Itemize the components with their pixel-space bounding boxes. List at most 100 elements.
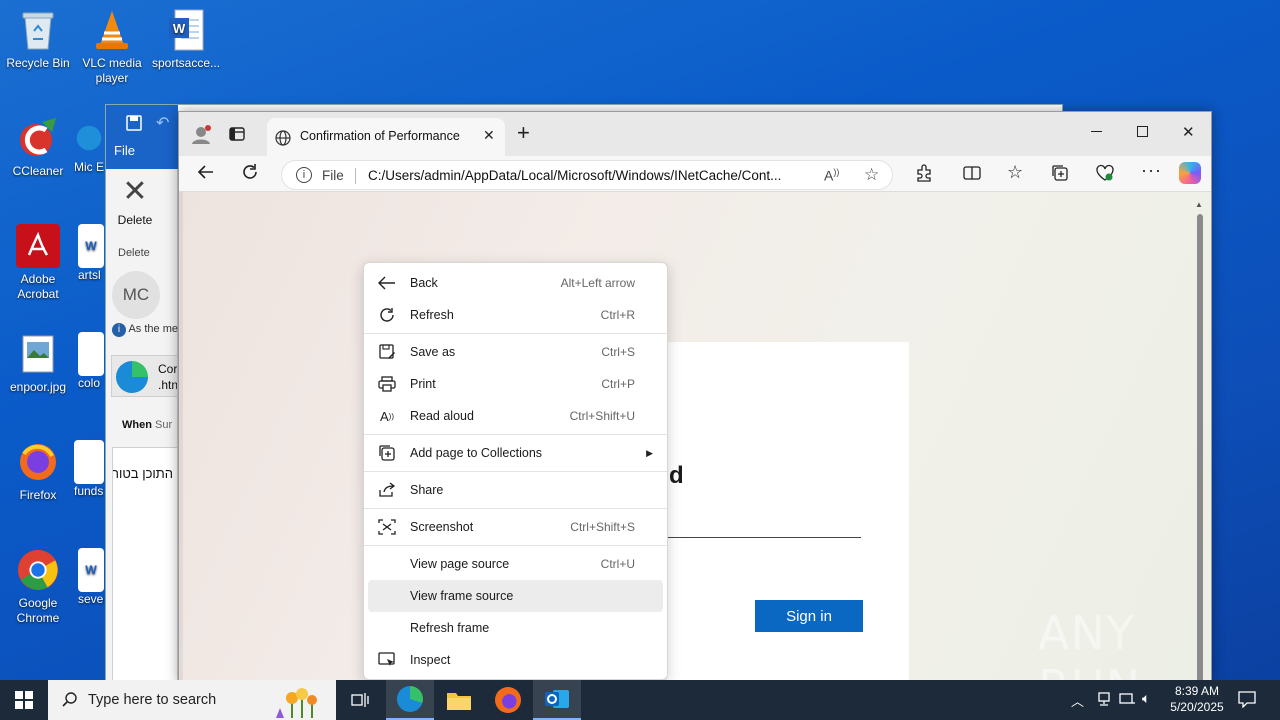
save-as-icon: [376, 342, 398, 362]
menu-item-inspect[interactable]: Inspect: [368, 644, 663, 676]
input-underline[interactable]: [667, 537, 861, 538]
menu-item-view-frame-source[interactable]: View frame source: [368, 580, 663, 612]
menu-item-refresh[interactable]: Refresh Ctrl+R: [368, 299, 663, 331]
menu-shortcut: Ctrl+S: [601, 345, 635, 359]
desktop-icon-label: VLC media player: [82, 56, 142, 85]
scroll-up-arrow[interactable]: ▲: [1195, 200, 1203, 209]
copilot-icon[interactable]: [1179, 162, 1201, 184]
print-icon: [376, 374, 398, 394]
desktop-icon-sever-partial[interactable]: W sever: [78, 548, 104, 607]
menu-item-print[interactable]: Print Ctrl+P: [368, 368, 663, 400]
taskbar-outlook[interactable]: [533, 680, 581, 720]
menu-item-add-to-collections[interactable]: Add page to Collections ▶: [368, 437, 663, 469]
tray-volume-icon[interactable]: 🔈︎: [1142, 690, 1150, 707]
message-body: התוכן בטוח: [112, 447, 178, 683]
new-tab-icon[interactable]: +: [517, 122, 530, 144]
favorite-star-icon[interactable]: ☆: [864, 165, 879, 185]
desktop-icon-chrome[interactable]: Google Chrome: [0, 548, 76, 626]
menu-separator: [364, 545, 667, 546]
desktop-icon-vlc[interactable]: VLC media player: [74, 8, 150, 86]
undo-icon[interactable]: ↶: [156, 113, 169, 133]
collections-icon[interactable]: [1051, 164, 1069, 185]
back-icon[interactable]: [197, 163, 215, 184]
attachment-chip[interactable]: Cor .htn: [111, 355, 178, 397]
menu-label: Add page to Collections: [410, 446, 543, 460]
flowers-illustration-icon: [262, 682, 334, 718]
folder-icon: [447, 693, 471, 710]
menu-item-refresh-frame[interactable]: Refresh frame: [368, 612, 663, 644]
taskbar-firefox[interactable]: [484, 680, 532, 720]
menu-label: View frame source: [410, 589, 514, 603]
desktop-icon-funds-partial[interactable]: funds: [74, 440, 104, 499]
clock-time: 8:39 AM: [1174, 684, 1220, 698]
file-tab[interactable]: File: [114, 143, 170, 169]
notifications-icon[interactable]: [1238, 690, 1256, 711]
split-screen-icon[interactable]: [963, 164, 981, 185]
taskbar-file-explorer[interactable]: [435, 680, 483, 720]
avatar-initials: MC: [122, 285, 150, 304]
address-scheme: File: [322, 168, 344, 183]
taskbar-search[interactable]: Type here to search: [48, 680, 336, 720]
browser-essentials-icon[interactable]: [1095, 164, 1115, 185]
refresh-icon: [376, 305, 398, 325]
desktop-icon-ccleaner[interactable]: CCleaner: [0, 116, 76, 179]
tray-chevron-icon[interactable]: ︿: [1071, 691, 1084, 710]
menu-item-screenshot[interactable]: Screenshot Ctrl+Shift+S: [368, 511, 663, 543]
start-button[interactable]: [0, 680, 48, 720]
globe-icon: [275, 130, 291, 149]
anyrun-watermark: ANY RUN: [1038, 606, 1140, 714]
extensions-icon[interactable]: [915, 164, 933, 185]
taskbar-edge[interactable]: [386, 680, 434, 720]
delete-label: Delete: [117, 213, 153, 227]
sign-in-button[interactable]: Sign in: [755, 600, 863, 632]
info-text: As the me: [128, 323, 178, 335]
maximize-icon[interactable]: [1137, 126, 1148, 137]
image-file-icon: [16, 332, 60, 376]
menu-shortcut: Ctrl+P: [601, 377, 635, 391]
word-document-icon: W: [164, 8, 208, 52]
tab-confirmation[interactable]: Confirmation of Performance ✕: [267, 118, 505, 156]
tray-wired-icon[interactable]: [1118, 691, 1136, 710]
search-icon: [62, 691, 78, 710]
firefox-icon: [16, 440, 60, 484]
attachment-name: Cor: [158, 362, 178, 376]
address-divider: [355, 168, 356, 184]
menu-shortcut: Ctrl+R: [600, 308, 635, 322]
tray-network-icon[interactable]: [1096, 691, 1112, 710]
delete-button[interactable]: ✕ Delete: [110, 177, 160, 228]
read-aloud-icon[interactable]: A)): [824, 167, 839, 184]
save-icon[interactable]: [126, 115, 142, 134]
desktop-icon-edge-partial[interactable]: Mic E: [74, 116, 104, 175]
refresh-icon[interactable]: [241, 163, 259, 184]
info-bar: i As the me: [112, 323, 178, 341]
info-circle-icon: i: [296, 167, 312, 183]
desktop-icon-recycle-bin[interactable]: Recycle Bin: [0, 8, 76, 71]
menu-item-share[interactable]: Share: [368, 474, 663, 506]
tab-actions-icon[interactable]: [229, 126, 245, 145]
desktop-icon-acrobat[interactable]: Adobe Acrobat: [0, 224, 76, 302]
menu-item-back[interactable]: Back Alt+Left arrow: [368, 267, 663, 299]
desktop-icon-enpoor[interactable]: enpoor.jpg: [0, 332, 76, 395]
menu-item-view-page-source[interactable]: View page source Ctrl+U: [368, 548, 663, 580]
menu-item-save-as[interactable]: Save as Ctrl+S: [368, 336, 663, 368]
delete-group-label: Delete: [118, 247, 150, 259]
favorites-icon[interactable]: ☆: [1007, 162, 1023, 183]
address-bar[interactable]: i File C:/Users/admin/AppData/Local/Micr…: [281, 160, 893, 190]
tab-bar: Confirmation of Performance ✕ + ✕: [179, 112, 1211, 156]
close-tab-icon[interactable]: ✕: [483, 127, 495, 144]
task-view-button[interactable]: [336, 680, 384, 720]
info-icon: i: [112, 323, 126, 337]
search-placeholder: Type here to search: [88, 692, 217, 708]
desktop-icon-word-partial-1[interactable]: W artsl: [78, 224, 104, 283]
menu-item-read-aloud[interactable]: A)) Read aloud Ctrl+Shift+U: [368, 400, 663, 432]
desktop-icon-colo-partial[interactable]: colo: [78, 332, 104, 391]
close-window-icon[interactable]: ✕: [1182, 123, 1195, 141]
menu-label: Share: [410, 483, 444, 497]
more-icon[interactable]: ···: [1141, 160, 1162, 181]
profile-icon[interactable]: [191, 124, 211, 144]
clock[interactable]: 8:39 AM 5/20/2025: [1160, 683, 1234, 715]
ccleaner-icon: [16, 116, 60, 160]
desktop-icon-firefox[interactable]: Firefox: [0, 440, 76, 503]
desktop-icon-word-doc[interactable]: W sportsacce...: [148, 8, 224, 71]
minimize-icon[interactable]: [1091, 131, 1102, 132]
